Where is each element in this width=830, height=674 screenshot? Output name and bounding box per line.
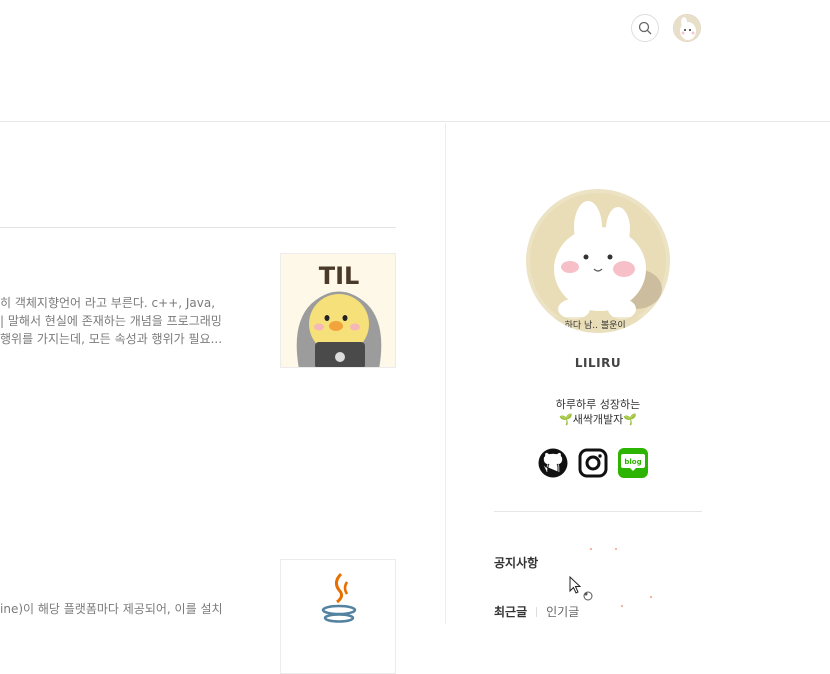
sidebar-section-divider — [494, 511, 702, 512]
sparkle-decoration — [615, 548, 617, 550]
instagram-link[interactable] — [578, 448, 608, 478]
post-excerpt[interactable]: 히 객체지향언어 라고 부른다. c++, Java, | 말해서 현실에 존재… — [0, 294, 250, 348]
naver-blog-icon: blog — [618, 448, 648, 478]
post-excerpt[interactable]: ine)이 해당 플랫폼마다 제공되어, 이를 설치 — [0, 600, 250, 618]
post-thumbnail[interactable] — [280, 559, 396, 674]
java-logo-thumbnail — [281, 560, 395, 673]
social-links: blog — [538, 447, 658, 479]
search-button[interactable] — [631, 14, 659, 42]
content-divider — [0, 227, 396, 228]
github-link[interactable] — [538, 448, 568, 478]
mouse-cursor-icon — [569, 576, 593, 601]
post-excerpt-line: 행위를 가지는데, 모든 속성과 행위가 필요... — [0, 332, 223, 346]
post-excerpt-line: | 말해서 현실에 존재하는 개념을 프로그래밍 — [0, 314, 222, 328]
thumbnail-til-text: TIL — [319, 262, 360, 290]
post-tabs: 최근글 인기글 — [494, 603, 579, 620]
instagram-icon — [578, 448, 608, 478]
naver-blog-label: blog — [624, 458, 641, 466]
sidebar: 하다 남.. 볼운이 . LILIRU 하루하루 성장하는 🌱새싹개발자🌱 bl… — [446, 123, 830, 624]
notice-heading[interactable]: 공지사항 — [494, 554, 538, 571]
blog-description-line: 🌱새싹개발자🌱 — [559, 413, 637, 426]
naver-blog-link[interactable]: blog — [618, 448, 648, 478]
header-bar — [0, 0, 830, 122]
tab-recent[interactable]: 최근글 — [494, 603, 527, 620]
post-thumbnail[interactable]: TIL — [280, 253, 396, 368]
post-excerpt-line: 히 객체지향언어 라고 부른다. c++, Java, — [0, 296, 216, 310]
sparkle-decoration — [621, 605, 623, 607]
sparkle-decoration — [650, 596, 652, 598]
github-icon — [538, 448, 568, 478]
sparkle-decoration — [590, 548, 592, 550]
profile-avatar-icon — [674, 15, 700, 41]
profile-caption: 하다 남.. 볼운이 . — [565, 320, 632, 331]
blog-description: 하루하루 성장하는 🌱새싹개발자🌱 — [446, 397, 750, 427]
blog-name: LILIRU — [574, 356, 622, 370]
post-excerpt-line: ine)이 해당 플랫폼마다 제공되어, 이를 설치 — [0, 602, 223, 616]
tab-separator — [536, 606, 538, 617]
profile-avatar-button[interactable] — [673, 14, 701, 42]
profile-rabbit-image: 하다 남.. 볼운이 . — [526, 189, 670, 333]
search-icon — [638, 21, 652, 35]
blog-description-line: 하루하루 성장하는 — [555, 398, 641, 411]
til-character-thumbnail: TIL — [281, 254, 395, 367]
profile-image[interactable]: 하다 남.. 볼운이 . — [526, 189, 670, 333]
